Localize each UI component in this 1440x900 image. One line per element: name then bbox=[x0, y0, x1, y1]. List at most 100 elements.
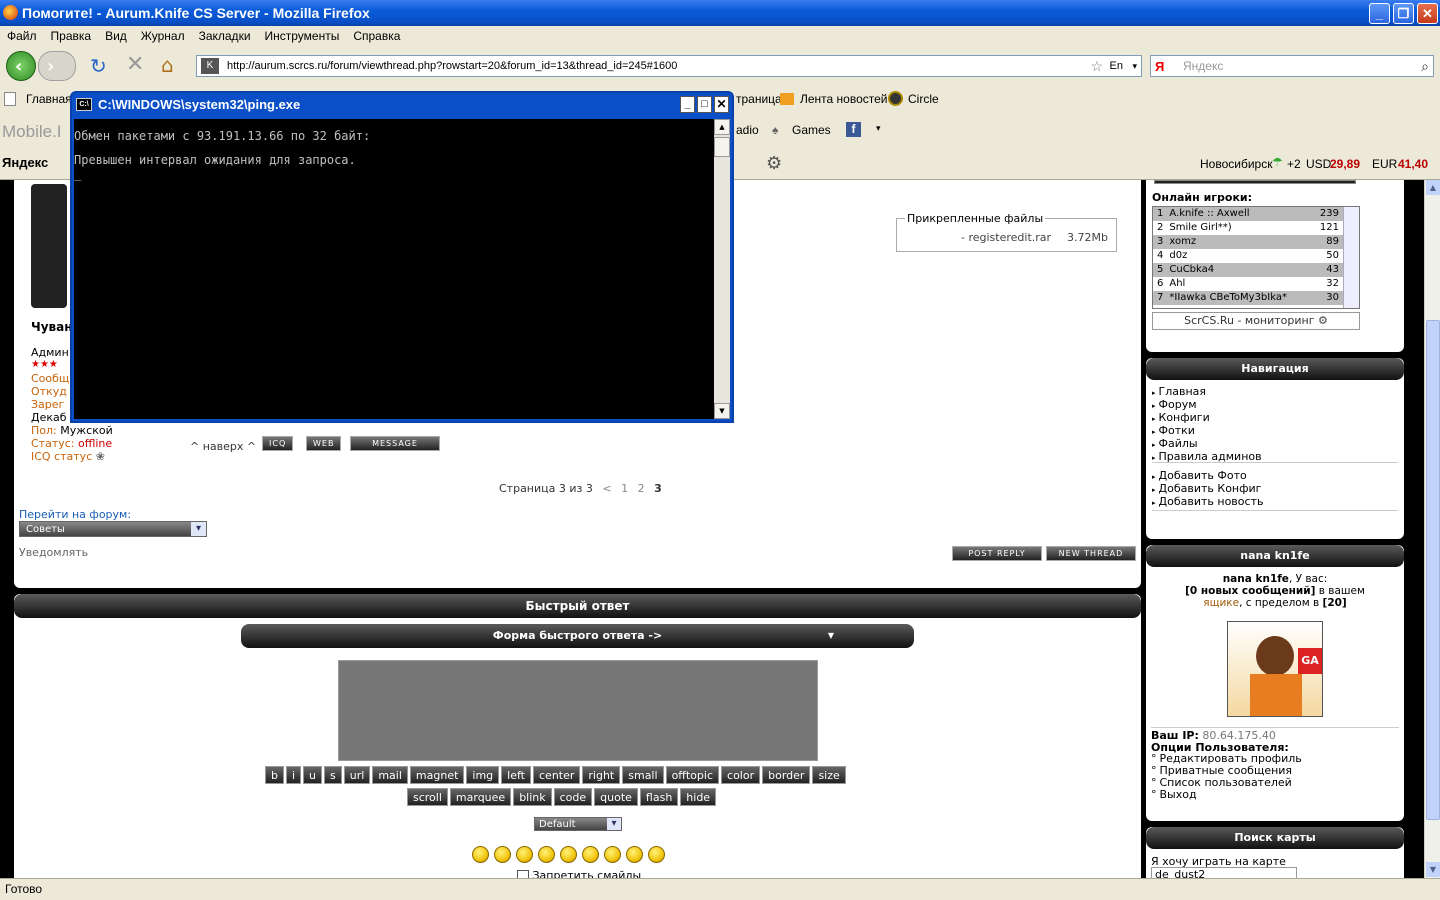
bbcode-s-button[interactable]: s bbox=[324, 766, 342, 784]
players-list[interactable]: 1 A.knife :: Axwell 239 2 Smile Girl**) 121 3 x… bbox=[1152, 206, 1360, 309]
scroll-thumb[interactable] bbox=[1426, 320, 1440, 820]
angry-icon[interactable] bbox=[648, 846, 665, 863]
page-prev[interactable]: < bbox=[602, 482, 611, 495]
wink-icon[interactable] bbox=[494, 846, 511, 863]
smile-icon[interactable] bbox=[472, 846, 489, 863]
home-icon[interactable]: ⌂ bbox=[161, 53, 174, 77]
cmd-close-button[interactable]: ✕ bbox=[714, 96, 729, 113]
bbcode-i-button[interactable]: i bbox=[285, 766, 302, 784]
player-row[interactable]: 5 CuCbka4 43 bbox=[1153, 263, 1343, 277]
menu-edit[interactable]: Правка bbox=[44, 26, 99, 43]
bbcode-offtopic-button[interactable]: offtopic bbox=[665, 766, 720, 784]
cmd-minimize-button[interactable]: _ bbox=[680, 96, 695, 113]
surprised-icon[interactable] bbox=[582, 846, 599, 863]
settings-gear-icon[interactable]: ⚙ bbox=[766, 153, 782, 174]
player-row[interactable]: 1 A.knife :: Axwell 239 bbox=[1153, 207, 1343, 221]
bookmark-circle[interactable]: Circle bbox=[908, 92, 939, 106]
box-link[interactable]: ящике bbox=[1203, 597, 1239, 609]
chevron-down-icon[interactable]: ▾ bbox=[607, 818, 621, 830]
bbcode-b-button[interactable]: b bbox=[265, 766, 284, 784]
page-2[interactable]: 2 bbox=[638, 482, 645, 495]
scroll-up-icon[interactable]: ▲ bbox=[1426, 180, 1440, 195]
bbcode-blink-button[interactable]: blink bbox=[513, 788, 552, 806]
style-select[interactable]: Default ▾ bbox=[534, 817, 622, 831]
city-label[interactable]: Новосибирск bbox=[1200, 157, 1272, 171]
bbcode-scroll-button[interactable]: scroll bbox=[407, 788, 448, 806]
menu-history[interactable]: Журнал bbox=[134, 26, 192, 43]
player-row[interactable]: 6 Ahl 32 bbox=[1153, 277, 1343, 291]
web-button[interactable]: WEB bbox=[306, 436, 342, 451]
cmd-scroll-thumb[interactable] bbox=[714, 137, 730, 157]
bbcode-code-button[interactable]: code bbox=[553, 788, 593, 806]
cmd-maximize-button[interactable]: □ bbox=[697, 96, 712, 113]
bbcode-right-button[interactable]: right bbox=[582, 766, 621, 784]
reload-icon[interactable]: ↻ bbox=[90, 54, 107, 78]
player-row[interactable]: 7 *IIawka CBeToMy3bIka* 30 bbox=[1153, 291, 1343, 305]
menu-help[interactable]: Справка bbox=[346, 26, 407, 43]
bbcode-left-button[interactable]: left bbox=[501, 766, 531, 784]
cmd-scroll-down-icon[interactable]: ▼ bbox=[714, 403, 730, 419]
back-to-top-link[interactable]: ^ наверх ^ bbox=[190, 440, 256, 453]
shocked-icon[interactable] bbox=[560, 846, 577, 863]
bbcode-center-button[interactable]: center bbox=[533, 766, 581, 784]
facebook-icon[interactable]: f bbox=[846, 122, 861, 137]
message-button[interactable]: MESSAGE bbox=[350, 436, 440, 451]
notify-link[interactable]: Уведомлять bbox=[19, 546, 88, 559]
icq-button[interactable]: ICQ bbox=[262, 436, 294, 451]
bbcode-u-button[interactable]: u bbox=[303, 766, 323, 784]
bbcode-magnet-button[interactable]: magnet bbox=[409, 766, 465, 784]
stop-icon[interactable]: ✕ bbox=[126, 52, 144, 77]
yandex-logo[interactable]: Яндекс bbox=[2, 155, 48, 170]
toolbar-dropdown-icon[interactable]: ▾ bbox=[876, 123, 881, 134]
player-row[interactable]: 2 Smile Girl**) 121 bbox=[1153, 221, 1343, 235]
url-bar[interactable]: K http://aurum.scrcs.ru/forum/viewthread… bbox=[196, 55, 1142, 77]
close-button[interactable]: ✕ bbox=[1417, 3, 1438, 24]
post-reply-button[interactable]: POST REPLY bbox=[952, 546, 1042, 561]
forward-button[interactable]: › bbox=[38, 51, 76, 81]
attachment-file[interactable]: - registeredit.rar bbox=[961, 231, 1051, 244]
minimize-button[interactable]: _ bbox=[1369, 3, 1390, 24]
player-row[interactable]: 3 xomz 89 bbox=[1153, 235, 1343, 249]
cmd-scrollbar[interactable]: ▲ ▼ bbox=[714, 119, 730, 419]
bookmark-star-icon[interactable]: ☆ bbox=[1090, 56, 1103, 76]
bbcode-quote-button[interactable]: quote bbox=[594, 788, 638, 806]
reply-textarea[interactable] bbox=[338, 660, 818, 761]
menu-bookmarks[interactable]: Закладки bbox=[192, 26, 258, 43]
yandex-icon[interactable]: Я bbox=[1155, 57, 1164, 77]
lang-indicator[interactable]: En bbox=[1110, 56, 1123, 76]
back-button[interactable]: ‹ bbox=[6, 51, 36, 81]
nav-add-item-2[interactable]: ▸ Добавить новость bbox=[1152, 496, 1263, 509]
cmd-titlebar[interactable]: C:\ C:\WINDOWS\system32\ping.exe _ □ ✕ bbox=[72, 93, 732, 117]
grin-icon[interactable] bbox=[626, 846, 643, 863]
games-menu[interactable]: Games bbox=[792, 123, 831, 137]
bbcode-mail-button[interactable]: mail bbox=[372, 766, 408, 784]
mobile-label[interactable]: Mobile.I bbox=[2, 122, 62, 142]
radio-menu[interactable]: adio bbox=[736, 123, 759, 137]
sad-icon[interactable] bbox=[538, 846, 555, 863]
bbcode-small-button[interactable]: small bbox=[622, 766, 664, 784]
bbcode-border-button[interactable]: border bbox=[762, 766, 811, 784]
url-dropdown-icon[interactable]: ▾ bbox=[1132, 56, 1137, 76]
poster-name[interactable]: Чуван bbox=[31, 320, 73, 334]
map-search-input[interactable]: de_dust2 bbox=[1151, 867, 1297, 878]
bookmark-page[interactable]: траница bbox=[736, 92, 782, 106]
bbcode-flash-button[interactable]: flash bbox=[639, 788, 679, 806]
scroll-down-icon[interactable]: ▼ bbox=[1426, 862, 1440, 877]
bbcode-img-button[interactable]: img bbox=[466, 766, 500, 784]
quick-form-toggle[interactable]: Форма быстрого ответа -> ▼ bbox=[241, 624, 914, 648]
player-row[interactable]: 4 d0z 50 bbox=[1153, 249, 1343, 263]
page-1[interactable]: 1 bbox=[621, 482, 628, 495]
new-thread-button[interactable]: NEW THREAD bbox=[1046, 546, 1136, 561]
forum-select[interactable]: Советы ▾ bbox=[19, 521, 207, 537]
disable-smileys-checkbox[interactable] bbox=[517, 870, 529, 878]
bookmark-news[interactable]: Лента новостей bbox=[800, 92, 888, 106]
search-icon[interactable]: ⌕ bbox=[1421, 56, 1429, 76]
menu-file[interactable]: Файл bbox=[0, 26, 44, 43]
players-scrollbar[interactable] bbox=[1343, 207, 1359, 308]
bookmark-home[interactable]: Главная bbox=[26, 92, 72, 106]
page-scrollbar[interactable]: ▲ ▼ bbox=[1424, 180, 1440, 878]
user-option-3[interactable]: ° Выход bbox=[1151, 789, 1302, 801]
cmd-console[interactable]: Обмен пакетами с 93.191.13.66 по 32 байт… bbox=[74, 119, 714, 419]
bbcode-url-button[interactable]: url bbox=[343, 766, 371, 784]
chevron-down-icon[interactable]: ▾ bbox=[191, 522, 206, 536]
